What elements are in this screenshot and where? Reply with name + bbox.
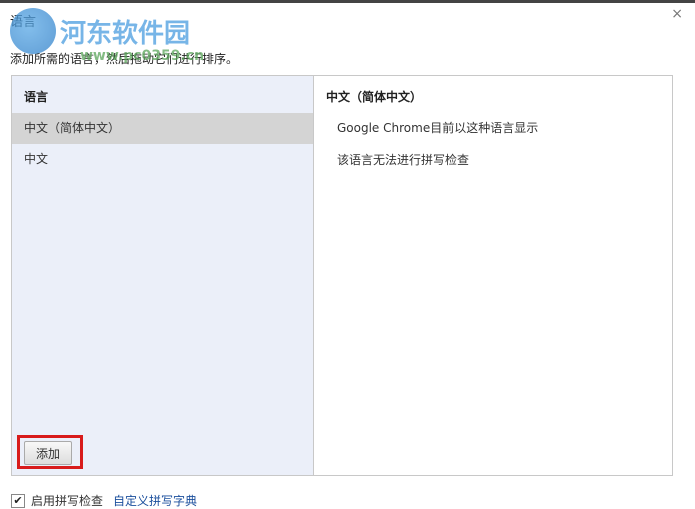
close-icon[interactable]: ×	[671, 6, 683, 22]
top-bar	[0, 0, 695, 3]
dialog-title: 语言	[10, 15, 37, 30]
display-language-text: Google Chrome目前以这种语言显示	[337, 121, 539, 135]
spellcheck-label: 启用拼写检查	[31, 494, 104, 508]
language-item-chinese[interactable]: 中文	[12, 144, 313, 175]
custom-dictionary-link[interactable]: 自定义拼写字典	[113, 492, 197, 509]
language-panel: 语言 中文（简体中文） 中文 中文（简体中文） Google Chrome目前以…	[11, 75, 673, 476]
watermark-logo: 河东软件园 www.pc0359.cn	[10, 8, 204, 64]
spellcheck-checkbox[interactable]: ✔	[11, 493, 25, 508]
language-list: 语言 中文（简体中文） 中文	[12, 76, 314, 475]
language-item-simplified-chinese[interactable]: 中文（简体中文）	[12, 113, 313, 144]
watermark-name: 河东软件园	[60, 18, 191, 49]
spellcheck-status-text: 该语言无法进行拼写检查	[337, 153, 470, 167]
dialog-subtitle: 添加所需的语言，然后拖动它们进行排序。	[10, 52, 239, 66]
details-header: 中文（简体中文）	[326, 90, 423, 104]
add-language-button[interactable]: 添加	[24, 441, 72, 465]
footer: ✔ 启用拼写检查 自定义拼写字典	[11, 492, 197, 509]
language-list-header: 语言	[24, 90, 49, 104]
language-details: 中文（简体中文） Google Chrome目前以这种语言显示 该语言无法进行拼…	[314, 76, 672, 475]
